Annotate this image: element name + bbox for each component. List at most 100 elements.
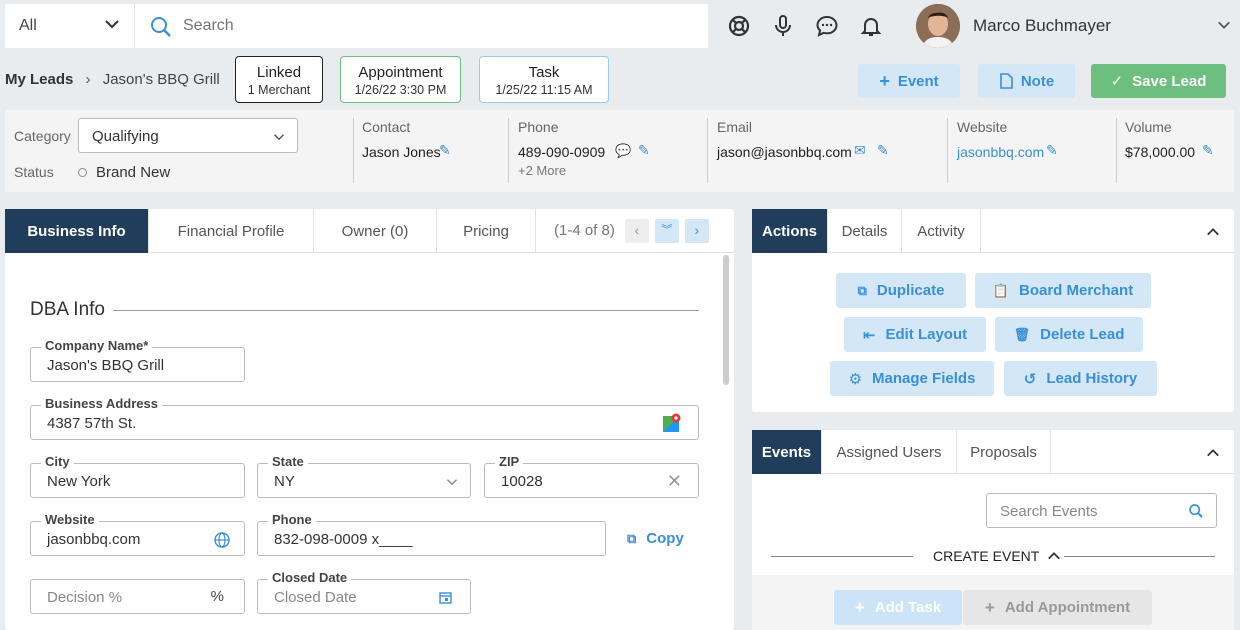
business-address-field[interactable]: Business Address 4387 57th St. (30, 396, 699, 440)
search-scope-select[interactable]: All (5, 4, 135, 48)
chevron-left-icon[interactable]: ‹ (624, 218, 649, 243)
tab-proposals[interactable]: Proposals (957, 430, 1051, 474)
events-panel: Events Assigned Users Proposals Search E… (752, 430, 1234, 630)
edit-website-icon[interactable]: ✎ (1046, 142, 1058, 159)
add-note-label: Note (1020, 72, 1055, 90)
support-icon[interactable] (727, 14, 751, 38)
breadcrumb-root[interactable]: My Leads (5, 71, 73, 88)
field-label: Business Address (41, 396, 162, 412)
manage-fields-label: Manage Fields (872, 370, 976, 387)
tab-assigned-users[interactable]: Assigned Users (822, 430, 957, 474)
status-label: Status (14, 164, 54, 180)
save-lead-button[interactable]: ✓ Save Lead (1091, 64, 1226, 98)
chevron-down-icon[interactable] (1217, 18, 1231, 32)
board-merchant-label: Board Merchant (1019, 282, 1134, 299)
edit-phone-icon[interactable]: ✎ (638, 142, 650, 159)
bell-icon[interactable] (859, 14, 883, 38)
create-event-toggle[interactable]: CREATE EVENT (933, 548, 1061, 564)
duplicate-button[interactable]: ⧉ Duplicate (836, 273, 966, 308)
add-task-button[interactable]: + Add Task (834, 590, 962, 625)
business-tabs: Business Info Financial Profile Owner (0… (5, 209, 734, 253)
add-event-button[interactable]: + Event (858, 64, 960, 98)
edit-layout-button[interactable]: ⇤ Edit Layout (844, 317, 986, 352)
category-value: Qualifying (92, 128, 159, 145)
website-link[interactable]: jasonbbq.com (957, 144, 1044, 160)
manage-fields-button[interactable]: ⚙ Manage Fields (830, 361, 994, 396)
divider (508, 118, 509, 183)
tab-pricing[interactable]: Pricing (437, 209, 536, 253)
double-chevron-down-icon[interactable]: ︾ (654, 218, 679, 243)
board-merchant-button[interactable]: 📋 Board Merchant (975, 273, 1151, 308)
user-name[interactable]: Marco Buchmayer (973, 16, 1111, 36)
volume-label: Volume (1125, 119, 1172, 135)
volume-value: $78,000.00 (1125, 144, 1196, 160)
edit-email-icon[interactable]: ✎ (877, 142, 889, 159)
events-tabs: Events Assigned Users Proposals (752, 430, 1234, 474)
add-event-label: Event (897, 72, 939, 90)
mail-icon[interactable]: ✉ (854, 142, 866, 159)
globe-icon[interactable] (214, 532, 230, 548)
divider (353, 118, 354, 183)
company-name-field[interactable]: Company Name* Jason's BBQ Grill (30, 338, 245, 382)
tab-actions[interactable]: Actions (752, 209, 828, 253)
edit-layout-label: Edit Layout (885, 326, 968, 343)
field-label: City (41, 454, 74, 470)
tab-business-info[interactable]: Business Info (5, 209, 149, 253)
field-label: Company Name* (41, 338, 153, 354)
lead-history-button[interactable]: ↺ Lead History (1004, 361, 1157, 396)
lead-history-label: Lead History (1046, 370, 1138, 387)
calendar-icon[interactable] (439, 591, 452, 604)
divider (947, 118, 948, 183)
linked-chip[interactable]: Linked 1 Merchant (235, 56, 323, 103)
chevron-up-icon (1048, 552, 1061, 560)
pager-count: (1-4 of 8) (554, 222, 615, 239)
microphone-icon[interactable] (771, 14, 795, 38)
avatar[interactable] (916, 4, 960, 48)
decision-field[interactable]: Decision % % (30, 579, 245, 614)
edit-contact-icon[interactable]: ✎ (439, 142, 451, 159)
divider (1116, 118, 1117, 183)
task-chip[interactable]: Task 1/25/22 11:15 AM (479, 56, 609, 103)
plus-icon: + (984, 597, 995, 617)
delete-lead-button[interactable]: 🗑 Delete Lead (995, 317, 1143, 352)
edit-volume-icon[interactable]: ✎ (1202, 142, 1214, 159)
search-input[interactable] (183, 17, 683, 35)
phone-field[interactable]: Phone 832-098-0009 x____ (257, 512, 606, 556)
city-field[interactable]: City New York (30, 454, 245, 498)
website-field[interactable]: Website jasonbbq.com (30, 512, 245, 556)
field-placeholder: Search Events (1000, 503, 1098, 520)
add-note-button[interactable]: Note (978, 64, 1075, 98)
tab-details[interactable]: Details (828, 209, 902, 253)
clear-icon[interactable]: ✕ (667, 471, 682, 492)
history-icon: ↺ (1023, 370, 1037, 388)
chevron-right-icon[interactable]: › (684, 218, 709, 243)
zip-field[interactable]: ZIP 10028 ✕ (484, 454, 699, 498)
map-icon[interactable] (662, 413, 682, 433)
chevron-up-icon[interactable] (1206, 225, 1220, 239)
field-value: New York (47, 473, 111, 490)
phone-more-link[interactable]: +2 More (518, 163, 566, 178)
search-events-input[interactable]: Search Events (986, 493, 1217, 528)
category-select[interactable]: Qualifying (78, 118, 298, 153)
divider (707, 118, 708, 183)
website-label: Website (957, 119, 1008, 135)
search-scope-value: All (19, 17, 37, 34)
chevron-up-icon[interactable] (1206, 446, 1220, 460)
tab-owner[interactable]: Owner (0) (314, 209, 437, 253)
chat-icon[interactable] (815, 14, 839, 38)
appointment-chip[interactable]: Appointment 1/26/22 3:30 PM (340, 56, 461, 103)
copy-phone-button[interactable]: ⧉ Copy (627, 530, 684, 547)
chip-title: Appointment (358, 64, 443, 81)
sms-icon[interactable]: 💬 (615, 143, 631, 159)
state-select[interactable]: State NY (257, 454, 471, 498)
closed-date-field[interactable]: Closed Date Closed Date (257, 570, 471, 614)
scrollbar-thumb[interactable] (723, 255, 729, 385)
tab-financial-profile[interactable]: Financial Profile (149, 209, 314, 253)
chevron-right-icon: › (85, 71, 91, 88)
add-appointment-button[interactable]: + Add Appointment (963, 590, 1152, 625)
tab-activity[interactable]: Activity (902, 209, 981, 253)
tab-events[interactable]: Events (752, 430, 822, 474)
plus-icon: + (854, 597, 865, 617)
add-appointment-label: Add Appointment (1004, 599, 1131, 616)
add-task-label: Add Task (874, 599, 942, 616)
